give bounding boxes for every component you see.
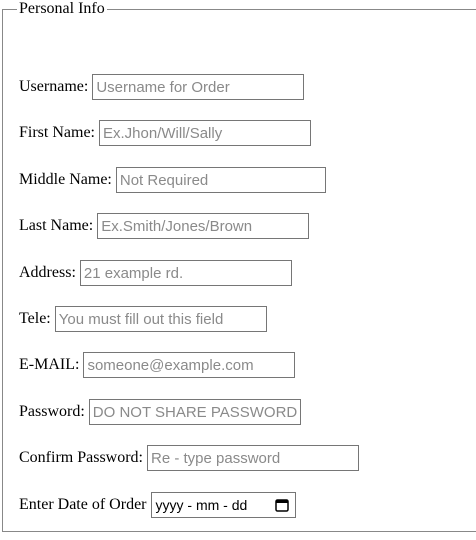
tele-row: Tele: (19, 306, 267, 332)
middle-name-input[interactable] (115, 167, 326, 193)
confirm-password-row: Confirm Password: (19, 445, 359, 471)
address-row: Address: (19, 260, 292, 286)
first-name-label: First Name: (19, 124, 95, 141)
tele-input[interactable] (54, 306, 267, 332)
fieldset-legend: Personal Info (19, 0, 105, 17)
last-name-label: Last Name: (19, 217, 94, 234)
order-date-row: Enter Date of Order yyyy - mm - dd (19, 492, 296, 518)
email-row: E-MAIL: (19, 352, 296, 378)
middle-name-row: Middle Name: (19, 167, 326, 193)
address-input[interactable] (79, 260, 292, 286)
first-name-input[interactable] (99, 120, 311, 146)
email-label: E-MAIL: (19, 356, 80, 373)
password-row: Password: (19, 399, 301, 425)
confirm-password-input[interactable] (147, 445, 359, 471)
order-date-value: yyyy - mm - dd (155, 497, 248, 513)
email-input[interactable] (83, 352, 296, 378)
address-label: Address: (19, 264, 76, 281)
order-date-input[interactable]: yyyy - mm - dd (150, 492, 296, 518)
last-name-row: Last Name: (19, 213, 310, 239)
personal-info-fieldset: Personal Info Username: First Name: Midd… (2, 0, 476, 532)
confirm-password-label: Confirm Password: (19, 449, 143, 466)
password-label: Password: (19, 403, 85, 420)
last-name-input[interactable] (97, 213, 310, 239)
username-row: Username: (19, 74, 305, 100)
calendar-icon[interactable] (274, 498, 289, 512)
tele-label: Tele: (19, 310, 51, 327)
first-name-row: First Name: (19, 120, 311, 146)
order-date-label: Enter Date of Order (19, 496, 147, 513)
password-input[interactable] (88, 399, 301, 425)
username-label: Username: (19, 78, 89, 95)
middle-name-label: Middle Name: (19, 171, 112, 188)
username-input[interactable] (92, 74, 305, 100)
